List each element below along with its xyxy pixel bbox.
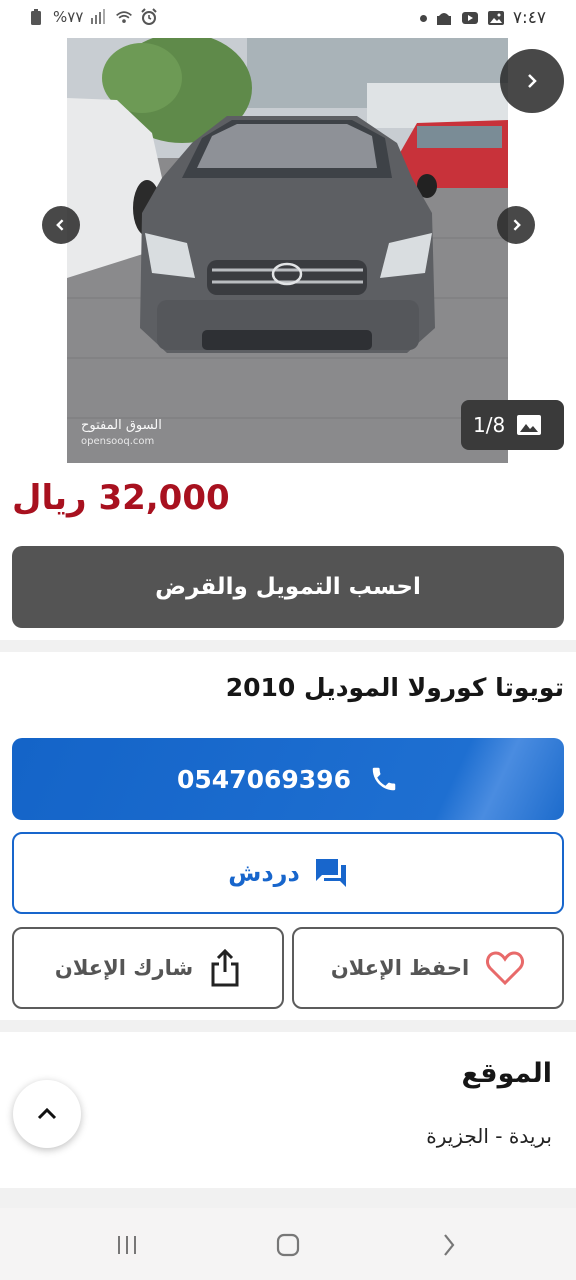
- image-counter[interactable]: 1/8: [461, 400, 564, 450]
- chevron-right-icon: [513, 219, 521, 231]
- recent-apps-button[interactable]: [107, 1230, 147, 1260]
- car-photo-illustration: [67, 38, 508, 463]
- alarm-icon: [141, 8, 158, 25]
- listing-title: تويوتا كورولا الموديل 2010: [225, 673, 564, 702]
- chevron-up-icon: [37, 1107, 57, 1120]
- app-icon: [436, 13, 451, 25]
- chat-label: دردش: [228, 859, 300, 887]
- watermark-english: opensooq.com: [81, 436, 155, 447]
- watermark-arabic: السوق المفتوح: [81, 418, 162, 433]
- finance-calculator-button[interactable]: احسب التمويل والقرض: [12, 546, 564, 628]
- status-left: %٧٧: [28, 8, 158, 26]
- scroll-to-top-button[interactable]: [13, 1080, 81, 1148]
- car-photo[interactable]: السوق المفتوح opensooq.com: [67, 38, 508, 463]
- back-button[interactable]: [428, 1230, 468, 1260]
- recent-apps-icon: [118, 1236, 136, 1254]
- phone-number: 0547069396: [177, 764, 351, 794]
- youtube-icon: [461, 12, 478, 24]
- next-image-button[interactable]: [497, 206, 535, 244]
- save-ad-label: احفظ الإعلان: [330, 956, 470, 980]
- system-navbar: [0, 1208, 576, 1280]
- section-divider: [0, 1188, 576, 1208]
- share-icon: [211, 948, 239, 987]
- section-divider: [0, 640, 576, 652]
- image-counter-text: 1/8: [473, 413, 506, 437]
- status-right: ٧:٤٧: [419, 8, 546, 28]
- image-icon: [487, 11, 504, 25]
- listing-price: 32,000 ريال: [12, 478, 230, 518]
- save-ad-button[interactable]: احفظ الإعلان: [292, 927, 564, 1009]
- opensooq-watermark: السوق المفتوح opensooq.com: [81, 418, 162, 450]
- signal-icon: [91, 9, 106, 24]
- home-icon: [276, 1233, 300, 1257]
- battery-icon: [31, 9, 41, 25]
- status-bar: %٧٧ ٧:٤٧: [0, 0, 576, 38]
- chat-button[interactable]: دردش: [12, 832, 564, 914]
- battery-percent: %٧٧: [53, 8, 84, 26]
- prev-image-button[interactable]: [42, 206, 80, 244]
- wifi-icon: [116, 11, 133, 23]
- share-ad-button[interactable]: شارك الإعلان: [12, 927, 284, 1009]
- share-ad-label: شارك الإعلان: [54, 956, 194, 980]
- chevron-right-icon: [528, 74, 537, 88]
- back-icon: [444, 1234, 455, 1256]
- call-button[interactable]: 0547069396: [12, 738, 564, 820]
- gallery-image-icon: [517, 415, 542, 435]
- heart-icon: [486, 951, 525, 986]
- location-heading: الموقع: [461, 1058, 552, 1089]
- top-next-button[interactable]: [500, 49, 564, 113]
- section-divider: [0, 1020, 576, 1032]
- location-value: بريدة - الجزيرة: [426, 1124, 552, 1148]
- notification-dot-icon: [419, 14, 427, 22]
- phone-icon: [372, 767, 396, 791]
- chevron-left-icon: [56, 219, 64, 231]
- clock: ٧:٤٧: [512, 8, 546, 28]
- chat-icon: [315, 859, 346, 887]
- home-button[interactable]: [268, 1230, 308, 1260]
